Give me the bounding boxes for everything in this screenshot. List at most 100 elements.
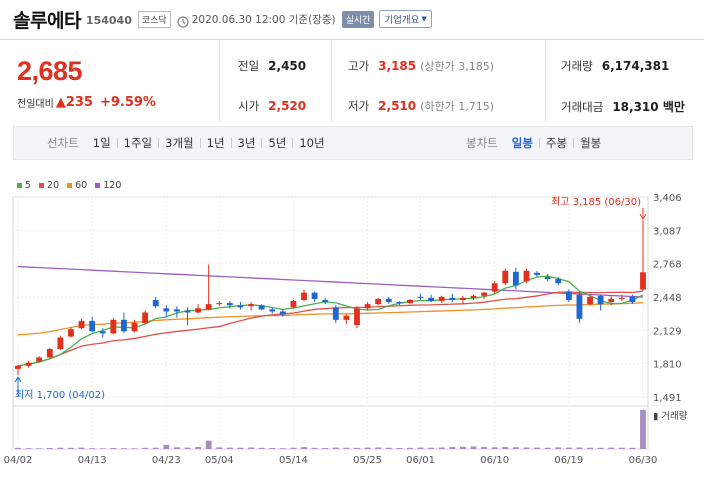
- candle-body: [576, 294, 583, 319]
- change-row: 전일대비 ▲ 235 +9.59%: [17, 95, 156, 110]
- volume-bar: [640, 410, 646, 449]
- candle-body: [226, 303, 233, 306]
- y-tick-label: 3,406: [653, 193, 682, 204]
- period-1y[interactable]: 1년: [207, 135, 225, 151]
- open-cell: 시가 2,520: [238, 98, 306, 114]
- candle-body: [417, 296, 424, 298]
- candle-body: [608, 298, 615, 303]
- candle-body: [618, 297, 625, 299]
- volume-bar: [491, 447, 498, 449]
- candle-body: [449, 297, 456, 300]
- legend-swatch: [17, 183, 22, 188]
- period-1w[interactable]: 1주일: [124, 135, 152, 151]
- x-tick-label: 06/01: [406, 455, 435, 466]
- x-tick-label: 04/13: [78, 455, 107, 466]
- volume-bar: [354, 447, 360, 449]
- volume-bar: [89, 448, 96, 449]
- y-tick-label: 2,129: [653, 326, 682, 337]
- change-value: 235: [65, 95, 93, 110]
- period-3m[interactable]: 3개월: [165, 135, 193, 151]
- volume-bar: [301, 447, 307, 449]
- amount-cell: 거래대금 18,310 백만: [561, 98, 685, 115]
- candle-body: [565, 291, 572, 300]
- stock-chart: 5 20 60 120 3,406 3,087 2,768 2,448 2,129 1,8…: [0, 170, 704, 477]
- lower-limit: (하한가 1,715): [420, 100, 495, 113]
- volume-bar: [332, 447, 339, 449]
- x-tick-label: 04/02: [4, 455, 33, 466]
- legend-swatch: [67, 183, 73, 188]
- volume-bar: [364, 447, 371, 449]
- candle-body: [121, 319, 127, 332]
- volume-bar: [576, 447, 583, 449]
- candle-body: [555, 279, 562, 284]
- y-tick-label: 1,810: [653, 360, 682, 371]
- volume-value: 6,174,381: [601, 59, 670, 73]
- period-10y[interactable]: 10년: [299, 135, 324, 151]
- legend-label: 20: [47, 180, 60, 191]
- volume-bar: [470, 446, 477, 449]
- volume-bar: [142, 447, 149, 449]
- volume-bar: [343, 447, 350, 449]
- volume-bar: [226, 447, 233, 449]
- candle-body: [142, 312, 149, 323]
- market-badge: 코스닥: [137, 10, 171, 28]
- y-tick-label: 3,087: [653, 226, 682, 237]
- volume-bar: [587, 447, 593, 449]
- volume-bar: [555, 447, 562, 449]
- candle-body: [544, 277, 551, 280]
- period-3y[interactable]: 3년: [238, 135, 256, 151]
- prev-close-cell: 전일 2,450: [238, 58, 306, 74]
- candle-body: [205, 304, 212, 310]
- candle-weekly[interactable]: 주봉: [546, 135, 567, 151]
- candle-body: [640, 272, 646, 290]
- volume-bar: [438, 447, 445, 449]
- stock-code: 154040: [85, 13, 132, 27]
- volume-bar: [449, 447, 456, 449]
- candle-body: [364, 304, 371, 309]
- candle-body: [460, 297, 466, 300]
- volume-bar: [311, 447, 318, 449]
- volume-bar: [46, 448, 53, 449]
- period-5y[interactable]: 5년: [268, 135, 286, 151]
- candle-body: [396, 302, 403, 304]
- candle-body: [110, 319, 117, 334]
- volume-label: 거래량: [561, 59, 593, 73]
- separator: [199, 138, 201, 148]
- volume-bar: [237, 447, 244, 449]
- change-label: 전일대비: [17, 99, 54, 110]
- low-cell: 저가 2,510 (하한가 1,715): [348, 98, 494, 114]
- candle-chart-label: 봉차트: [466, 136, 498, 150]
- candle-daily[interactable]: 일봉: [512, 135, 533, 151]
- legend-label: 5: [25, 180, 32, 191]
- candle-body: [428, 297, 435, 302]
- volume-bar: [131, 448, 138, 449]
- x-tick-label: 05/14: [279, 455, 308, 466]
- candle-body: [332, 307, 339, 320]
- volume-bar: [502, 447, 509, 449]
- volume-bar: [99, 448, 106, 449]
- candle-body: [438, 296, 445, 302]
- high-cell: 고가 3,185 (상한가 3,185): [348, 58, 494, 74]
- quote-panel: 2,685 전일대비 ▲ 235 +9.59% 전일 2,450 시가 2,52…: [0, 39, 704, 121]
- volume-bar: [290, 447, 297, 449]
- legend-item: 60: [67, 180, 87, 191]
- volume-bar: [523, 447, 530, 449]
- candle-body: [258, 305, 265, 310]
- volume-bar: [544, 447, 551, 449]
- period-1d[interactable]: 1일: [93, 135, 111, 151]
- company-overview-button[interactable]: 기업개요 ▼: [379, 10, 432, 28]
- candle-monthly[interactable]: 월봉: [580, 135, 601, 151]
- candle-body: [152, 299, 159, 307]
- candle-period-group: 봉차트 일봉 주봉 월봉: [466, 127, 692, 159]
- chart-legend: 5 20 60 120: [17, 180, 121, 191]
- candle-body: [597, 295, 604, 305]
- clock-icon: [177, 13, 189, 28]
- x-tick-label: 06/19: [554, 455, 583, 466]
- volume-bar: [152, 447, 159, 449]
- volume-bar: [460, 446, 466, 449]
- candle-body: [534, 272, 540, 275]
- chart-period-bar: 선차트 1일 1주일 3개월 1년 3년 5년 10년 봉차트 일봉 주봉 월봉: [13, 126, 693, 160]
- legend-item: 120: [95, 180, 121, 191]
- legend-item: 5: [17, 180, 31, 191]
- realtime-badge[interactable]: 실시간: [341, 10, 375, 28]
